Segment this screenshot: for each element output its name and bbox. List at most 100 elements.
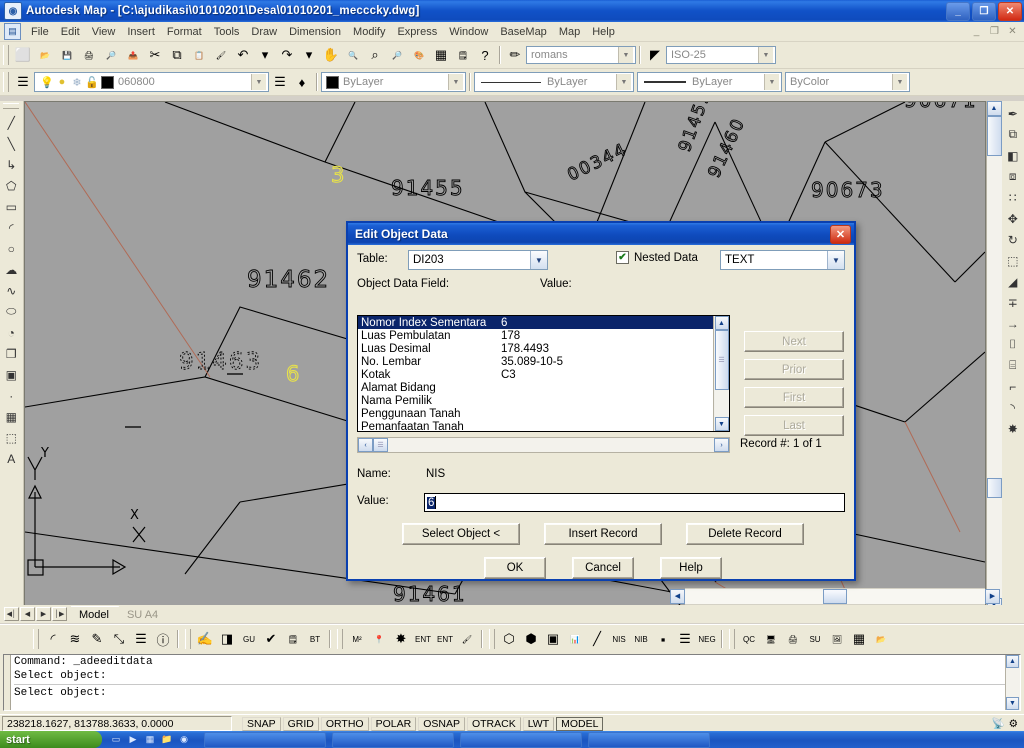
taskbar-item[interactable] [332, 731, 454, 748]
menu-item-dimension[interactable]: Dimension [283, 24, 347, 40]
erase-icon[interactable]: ✒ [1003, 103, 1023, 124]
listbox-horizontal-scrollbar[interactable]: ‹ ☰ › [357, 437, 730, 453]
edit-attribute-icon[interactable]: ✍ [194, 628, 216, 650]
nested-data-checkbox[interactable]: ✔ [616, 251, 629, 264]
select-object-button[interactable]: Select Object < [402, 523, 520, 545]
layer-lock-icon[interactable]: 🔓 [85, 75, 99, 89]
curve-tool-icon[interactable]: ◜ [42, 628, 64, 650]
line-icon[interactable]: ╱ [1, 112, 21, 133]
next-record-button[interactable]: Next [744, 331, 844, 352]
status-toggle-snap[interactable]: SNAP [242, 716, 281, 731]
listbox-scroll-down[interactable]: ▼ [714, 417, 729, 431]
status-toggle-polar[interactable]: POLAR [370, 716, 417, 731]
command-scrollbar[interactable]: ▲ ▼ [1005, 655, 1020, 710]
object-data-row[interactable]: Nama Pemilik [358, 394, 713, 407]
mdi-restore-button[interactable]: ❐ [987, 26, 1002, 37]
bottom-toolbar-grip[interactable] [33, 629, 39, 649]
copy-icon[interactable]: ⧉ [166, 44, 188, 66]
help-icon[interactable]: ? [474, 44, 496, 66]
tray-settings-icon[interactable]: ⚙ [1009, 718, 1018, 730]
tool-palettes-icon[interactable]: 🗒 [452, 44, 474, 66]
zoom-window-icon[interactable]: ⌕ [364, 44, 386, 66]
paste-icon[interactable]: 📋 [188, 44, 210, 66]
horizontal-scroll-thumb[interactable] [823, 588, 847, 604]
object-data-row[interactable]: Kotak C3 [358, 368, 713, 381]
menu-item-file[interactable]: File [25, 24, 55, 40]
plot-preview-icon[interactable]: 🔎 [100, 44, 122, 66]
scroll-up-button[interactable]: ▲ [986, 101, 1002, 116]
menu-item-help[interactable]: Help [586, 24, 621, 40]
plotstyle-control-combo[interactable]: ByColor ▼ [785, 72, 910, 92]
array-icon[interactable]: ∷ [1003, 187, 1023, 208]
layer-control-combo[interactable]: 💡 ● ❄ 🔓 060800 ▼ [34, 72, 269, 92]
menu-item-tools[interactable]: Tools [208, 24, 246, 40]
stretch-icon[interactable]: ◢ [1003, 271, 1023, 292]
offset-icon[interactable]: ⧈ [1003, 166, 1023, 187]
break-at-point-icon[interactable]: ⌷ [1003, 334, 1023, 355]
status-toggle-ortho[interactable]: ORTHO [320, 716, 369, 731]
fill-polygon-icon[interactable]: ⬢ [520, 628, 542, 650]
neg-tool-icon[interactable]: NEG [696, 628, 718, 650]
copy-object-icon[interactable]: ⧉ [1003, 124, 1023, 145]
vertical-scroll-track-2[interactable] [986, 498, 1002, 598]
explorer-icon[interactable]: 📁 [161, 734, 173, 746]
command-scroll-up[interactable]: ▲ [1006, 655, 1019, 668]
layer-toolbar-grip[interactable] [3, 72, 9, 92]
explode-tool-icon[interactable]: ✸ [390, 628, 412, 650]
export-icon[interactable]: 🖼 [826, 628, 848, 650]
nis-tool-icon[interactable]: NIS [608, 628, 630, 650]
menu-item-format[interactable]: Format [161, 24, 208, 40]
status-toggle-grid[interactable]: GRID [282, 716, 319, 731]
command-scroll-track[interactable] [1006, 668, 1020, 697]
properties-icon[interactable]: 🎨 [408, 44, 430, 66]
taskbar-item[interactable] [204, 731, 326, 748]
region-icon[interactable]: ⬚ [1, 427, 21, 448]
chevron-down-icon[interactable]: ▼ [892, 74, 907, 90]
calculator-icon[interactable]: ▦ [144, 734, 156, 746]
prior-record-button[interactable]: Prior [744, 359, 844, 380]
entity-type-combo[interactable]: TEXT ▼ [720, 250, 845, 270]
status-toggle-otrack[interactable]: OTRACK [466, 716, 521, 731]
redo-icon[interactable]: ↷ [276, 44, 298, 66]
listbox-scroll-up[interactable]: ▲ [714, 316, 729, 330]
prev-layout-button[interactable]: ◀ [20, 607, 35, 621]
scroll-right-button[interactable]: ▶ [985, 588, 1000, 604]
command-window[interactable]: Command: _adeeditdata Select object: Sel… [3, 654, 1021, 711]
trim-icon[interactable]: ∓ [1003, 292, 1023, 313]
object-data-row[interactable]: Nomor Index Sementara 6 [358, 316, 713, 329]
ent-tool-icon[interactable]: ENT [412, 628, 434, 650]
designcenter-icon[interactable]: ▦ [430, 44, 452, 66]
chevron-down-icon[interactable]: ▼ [616, 74, 631, 90]
linetype-control-combo[interactable]: ByLayer ▼ [474, 72, 634, 92]
chamfer-icon[interactable]: ⌐ [1003, 376, 1023, 397]
plot-icon[interactable]: 🖨 [78, 44, 100, 66]
cancel-button[interactable]: Cancel [572, 557, 634, 579]
redo-dropdown-icon[interactable]: ▾ [298, 44, 320, 66]
menu-item-basemap[interactable]: BaseMap [494, 24, 552, 40]
revision-cloud-icon[interactable]: ☁ [1, 259, 21, 280]
open-folder-icon[interactable]: 📂 [870, 628, 892, 650]
chart-icon[interactable]: 📊 [564, 628, 586, 650]
vertical-scroll-thumb[interactable] [986, 116, 1002, 156]
zoom-previous-icon[interactable]: 🔎 [386, 44, 408, 66]
menu-item-view[interactable]: View [86, 24, 122, 40]
object-data-listbox[interactable]: Nomor Index Sementara 6 Luas Pembulatan 178… [357, 315, 730, 432]
line-tool-icon[interactable]: ╱ [586, 628, 608, 650]
open-file-icon[interactable]: 📂 [34, 44, 56, 66]
move-icon[interactable]: ✥ [1003, 208, 1023, 229]
chevron-down-icon[interactable]: ▼ [251, 74, 266, 90]
chevron-down-icon[interactable]: ▼ [530, 251, 547, 269]
query-icon[interactable]: ⓘ [152, 628, 174, 650]
layer-freeze-icon[interactable]: ● [55, 75, 69, 89]
toolbar-grip[interactable] [3, 45, 9, 65]
nib-tool-icon[interactable]: NIB [630, 628, 652, 650]
horizontal-scroll-track[interactable] [685, 587, 985, 605]
circle-icon[interactable]: ○ [1, 238, 21, 259]
canvas-horizontal-scrollbar[interactable]: ◀ ▶ [670, 587, 1000, 605]
scan-icon[interactable]: 🖥 [760, 628, 782, 650]
chevron-down-icon[interactable]: ▼ [618, 47, 633, 63]
insert-record-button[interactable]: Insert Record [544, 523, 662, 545]
publish-icon[interactable]: 📤 [122, 44, 144, 66]
object-data-row[interactable]: Luas Desimal 178.4493 [358, 342, 713, 355]
undo-icon[interactable]: ↶ [232, 44, 254, 66]
